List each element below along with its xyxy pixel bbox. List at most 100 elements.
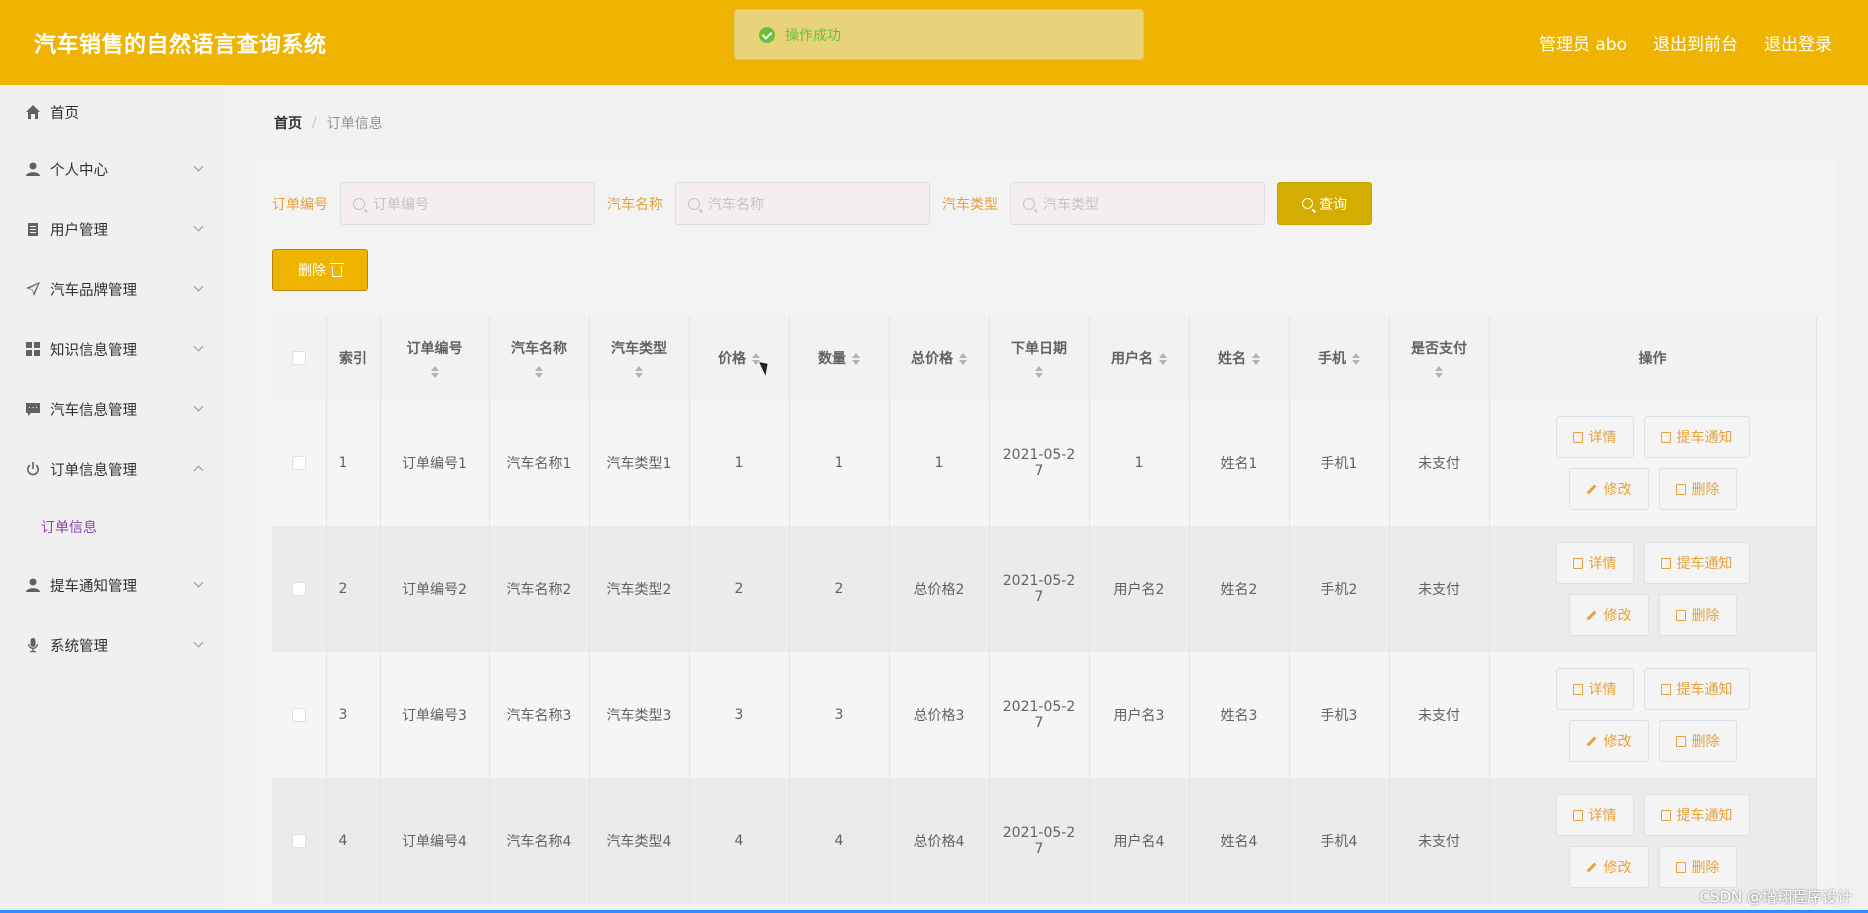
cell-phone: 手机2	[1289, 526, 1390, 652]
sidebar-item-home[interactable]: 首页	[0, 85, 224, 139]
power-icon	[24, 460, 42, 478]
car-name-placeholder: 汽车名称	[708, 196, 764, 213]
actions-row: 修改 删除	[1568, 720, 1737, 762]
column-header-car-type[interactable]: 汽车类型	[589, 316, 690, 400]
pickup-notice-button[interactable]: 提车通知	[1643, 542, 1750, 584]
car-name-label: 汽车名称	[607, 196, 663, 213]
chevron-down-icon	[193, 281, 204, 292]
row-checkbox[interactable]	[291, 708, 306, 722]
cell-username: 用户名2	[1089, 526, 1190, 652]
success-check-icon	[759, 26, 775, 43]
sort-icon[interactable]	[535, 366, 543, 378]
cell-index: 4	[326, 778, 381, 904]
column-header-price[interactable]: 价格	[689, 316, 790, 400]
order-no-input[interactable]: 订单编号	[340, 182, 595, 225]
column-header-phone[interactable]: 手机	[1289, 316, 1390, 400]
document-icon	[1572, 557, 1583, 569]
sidebar-item-system[interactable]: 系统管理	[0, 615, 224, 675]
cell-name: 姓名2	[1189, 526, 1290, 652]
delete-label: 删除	[1691, 608, 1720, 624]
car-name-input[interactable]: 汽车名称	[675, 182, 930, 225]
detail-label: 详情	[1588, 556, 1617, 572]
notify-label: 提车通知	[1676, 556, 1733, 572]
sort-icon[interactable]	[959, 353, 967, 365]
breadcrumb-home[interactable]: 首页	[274, 113, 302, 133]
row-actions: 详情 提车通知 修改 删除	[1490, 542, 1816, 636]
delete-button[interactable]: 删除	[1658, 594, 1737, 636]
delete-button[interactable]: 删除	[1658, 846, 1737, 888]
back-to-front-link[interactable]: 退出到前台	[1653, 30, 1738, 55]
table-row: 1 订单编号1 汽车名称1 汽车类型1 1 1 1 2021-05-2 7 1 姓…	[272, 400, 1817, 526]
sort-icon[interactable]	[852, 353, 860, 365]
cell-actions: 详情 提车通知 修改 删除	[1489, 652, 1817, 778]
sort-icon[interactable]	[1352, 353, 1360, 365]
edit-icon	[1586, 484, 1596, 494]
column-header-total[interactable]: 总价格	[889, 316, 990, 400]
car-type-input[interactable]: 汽车类型	[1010, 182, 1265, 225]
select-all-checkbox[interactable]	[291, 351, 306, 365]
column-header-label: 是否支付	[1411, 341, 1467, 357]
row-checkbox[interactable]	[291, 582, 306, 596]
table-row: 4 订单编号4 汽车名称4 汽车类型4 4 4 总价格4 2021-05-2 7 …	[272, 778, 1817, 904]
pickup-notice-button[interactable]: 提车通知	[1643, 794, 1750, 836]
success-toast: 操作成功	[734, 9, 1144, 60]
detail-button[interactable]: 详情	[1555, 416, 1634, 458]
sidebar-item-knowledge[interactable]: 知识信息管理	[0, 319, 224, 379]
orders-table: 索引 订单编号 汽车名称 汽车类型 价格 数量 总价格 下单日期 用户名 姓名 …	[272, 316, 1817, 904]
main-content: 订单编号 订单编号 汽车名称 汽车名称 汽车类型 汽车类型 查询 删除 索引 订…	[250, 160, 1837, 913]
batch-delete-button[interactable]: 删除	[272, 249, 368, 291]
sort-icon[interactable]	[1159, 353, 1167, 365]
sidebar-item-brand[interactable]: 汽车品牌管理	[0, 259, 224, 319]
row-checkbox[interactable]	[291, 834, 306, 848]
cell-order-no: 订单编号3	[380, 652, 490, 778]
column-header-order-no[interactable]: 订单编号	[380, 316, 490, 400]
edit-icon	[1586, 610, 1596, 620]
cell-price: 1	[689, 400, 790, 526]
breadcrumb-current: 订单信息	[326, 116, 383, 132]
query-button[interactable]: 查询	[1277, 182, 1372, 225]
column-header-label: 汽车名称	[511, 341, 567, 357]
watermark: CSDN @增翔程序设计	[1699, 888, 1852, 906]
sort-icon[interactable]	[1035, 366, 1043, 378]
edit-button[interactable]: 修改	[1568, 468, 1649, 510]
sidebar-item-users[interactable]: 用户管理	[0, 199, 224, 259]
sort-icon[interactable]	[1252, 353, 1260, 365]
edit-button[interactable]: 修改	[1568, 594, 1649, 636]
column-header-quantity[interactable]: 数量	[789, 316, 890, 400]
sidebar-item-personal[interactable]: 个人中心	[0, 139, 224, 199]
edit-button[interactable]: 修改	[1568, 846, 1649, 888]
chevron-down-icon	[193, 577, 204, 588]
cell-name: 姓名1	[1189, 400, 1290, 526]
row-select-cell	[272, 526, 327, 652]
sidebar-item-orders[interactable]: 订单信息管理	[0, 439, 224, 499]
delete-button[interactable]: 删除	[1658, 468, 1737, 510]
column-header-order-date[interactable]: 下单日期	[989, 316, 1090, 400]
pickup-notice-button[interactable]: 提车通知	[1643, 416, 1750, 458]
cell-order-no: 订单编号2	[380, 526, 490, 652]
edit-button[interactable]: 修改	[1568, 720, 1649, 762]
sidebar-subitem-order-info[interactable]: 订单信息	[0, 499, 224, 555]
sidebar-item-pickup-notice[interactable]: 提车通知管理	[0, 555, 224, 615]
admin-label[interactable]: 管理员 abo	[1539, 30, 1627, 55]
column-header-label: 总价格	[911, 351, 953, 367]
detail-button[interactable]: 详情	[1555, 542, 1634, 584]
logout-link[interactable]: 退出登录	[1764, 30, 1832, 55]
message-icon	[24, 400, 42, 418]
cell-order-date: 2021-05-2 7	[989, 526, 1090, 652]
column-header-name[interactable]: 姓名	[1189, 316, 1290, 400]
column-header-username[interactable]: 用户名	[1089, 316, 1190, 400]
row-checkbox[interactable]	[291, 456, 306, 470]
delete-button[interactable]: 删除	[1658, 720, 1737, 762]
sort-icon[interactable]	[1435, 366, 1443, 378]
detail-button[interactable]: 详情	[1555, 668, 1634, 710]
column-header-car-name[interactable]: 汽车名称	[489, 316, 590, 400]
sort-icon[interactable]	[430, 366, 439, 378]
column-header-paid[interactable]: 是否支付	[1389, 316, 1490, 400]
pickup-notice-button[interactable]: 提车通知	[1643, 668, 1750, 710]
cell-index: 1	[326, 400, 381, 526]
sort-icon[interactable]	[635, 366, 643, 378]
cell-index: 3	[326, 652, 381, 778]
detail-button[interactable]: 详情	[1555, 794, 1634, 836]
sidebar-item-car-info[interactable]: 汽车信息管理	[0, 379, 224, 439]
column-header-label: 价格	[718, 351, 746, 367]
